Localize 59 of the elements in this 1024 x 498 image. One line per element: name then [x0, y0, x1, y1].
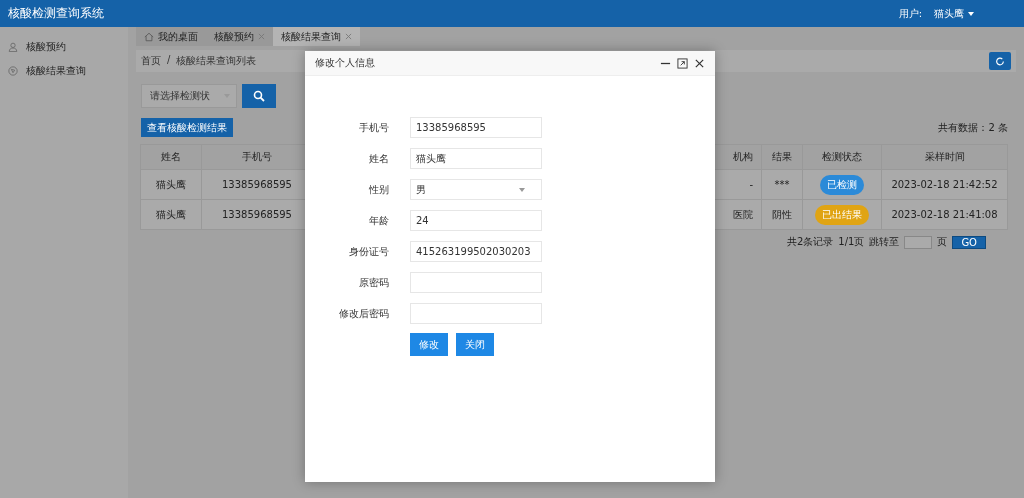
column-header: 姓名 — [160, 150, 182, 164]
user-icon — [8, 42, 18, 52]
refresh-icon — [995, 55, 1005, 67]
field-label: 身份证号 — [348, 244, 389, 259]
tab[interactable]: 核酸结果查询 — [273, 27, 360, 46]
go-button[interactable]: GO — [952, 235, 986, 249]
field-label: 修改后密码 — [338, 306, 389, 321]
field-label: 原密码 — [358, 275, 389, 290]
sidebar-item[interactable]: 核酸结果查询 — [0, 59, 128, 83]
sidebar-item[interactable]: 核酸预约 — [0, 35, 128, 59]
password-field[interactable] — [410, 303, 542, 324]
tab[interactable]: 我的桌面 — [136, 27, 206, 46]
breadcrumb-link[interactable]: 首页 — [141, 54, 161, 68]
page-info: 1/1页 — [838, 235, 865, 249]
input-field[interactable]: 24 — [410, 210, 542, 231]
breadcrumb-link[interactable]: 核酸结果查询列表 — [176, 54, 257, 68]
caret-icon — [968, 11, 974, 16]
view-results-button[interactable]: 查看核酸检测结果 — [141, 118, 233, 137]
input-field[interactable]: 13385968595 — [410, 117, 542, 138]
table-cell-text: 猫头鹰 — [155, 177, 187, 192]
column-header: 采样时间 — [881, 145, 1007, 169]
jump-label: 跳转至 — [869, 235, 900, 249]
dialog-title: 修改个人信息 — [315, 56, 375, 70]
home-icon — [144, 31, 154, 42]
field-label: 姓名 — [368, 151, 389, 166]
user-menu[interactable]: 猫头鹰 — [934, 6, 974, 21]
input-field[interactable]: 猫头鹰 — [410, 148, 542, 169]
page-unit: 页 — [937, 235, 948, 249]
breadcrumb-separator: / — [167, 54, 171, 67]
table-cell: *** — [761, 170, 802, 199]
field-label: 年龄 — [368, 213, 389, 228]
table-cell: 阴性 — [761, 200, 802, 229]
search-icon — [253, 90, 265, 102]
gender-select[interactable]: 男 — [410, 179, 542, 200]
table-cell: 2023-02-18 21:41:08 — [881, 200, 1007, 229]
page-input[interactable] — [904, 235, 933, 249]
maximize-icon[interactable] — [677, 57, 688, 69]
table-cell-text: 猫头鹰 — [155, 207, 187, 222]
dialog-button[interactable]: 关闭 — [456, 333, 494, 356]
compass-icon — [8, 66, 18, 76]
password-field[interactable] — [410, 272, 542, 293]
status-select[interactable]: 请选择检测状 — [141, 84, 237, 108]
close-icon[interactable] — [694, 57, 705, 69]
field-label: 性别 — [368, 182, 389, 197]
user-label: 用户: — [898, 6, 922, 21]
input-field[interactable]: 415263199502030203 — [410, 241, 542, 262]
status-badge: 已检测 — [820, 174, 864, 195]
table-cell: 2023-02-18 21:42:52 — [881, 170, 1007, 199]
app-title: 核酸检测查询系统 — [8, 5, 104, 22]
record-total: 共2条记录 — [786, 235, 834, 249]
column-header: 结果 — [761, 145, 802, 169]
dialog-button[interactable]: 修改 — [410, 333, 448, 356]
column-header: 检测状态 — [802, 145, 881, 169]
status-badge: 已出结果 — [815, 204, 869, 225]
refresh-button[interactable] — [989, 52, 1011, 70]
record-count: 共有数据：2 条 — [938, 120, 1008, 135]
tab[interactable]: 核酸预约 — [206, 27, 273, 46]
search-button[interactable] — [242, 84, 276, 108]
field-label: 手机号 — [358, 120, 389, 135]
